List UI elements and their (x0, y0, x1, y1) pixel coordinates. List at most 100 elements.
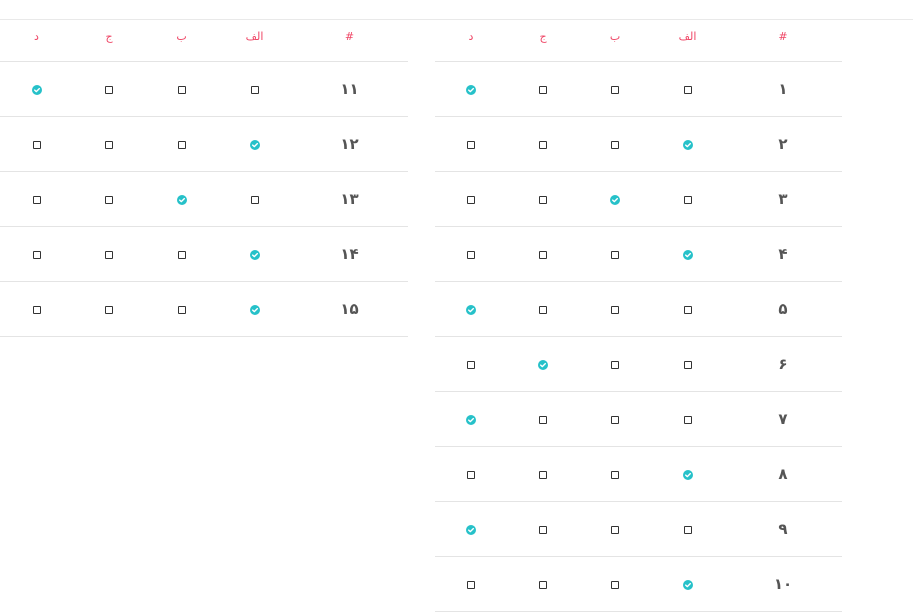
checkbox-icon[interactable] (539, 580, 547, 589)
checkbox-icon[interactable] (32, 305, 41, 314)
checkbox-icon[interactable] (467, 580, 475, 589)
option-cell-c[interactable] (73, 61, 145, 117)
checkbox-icon[interactable] (611, 415, 619, 424)
option-cell-c[interactable] (507, 446, 579, 502)
checkbox-icon[interactable] (683, 525, 692, 534)
option-cell-c[interactable] (73, 226, 145, 282)
option-cell-a[interactable] (651, 281, 724, 337)
option-cell-d[interactable] (435, 116, 507, 172)
checkbox-icon[interactable] (467, 140, 475, 149)
option-cell-d[interactable] (435, 391, 507, 447)
checkbox-icon[interactable] (683, 415, 692, 424)
check-circle-icon[interactable] (538, 359, 548, 370)
option-cell-c[interactable] (507, 391, 579, 447)
option-cell-d[interactable] (0, 226, 73, 282)
check-circle-icon[interactable] (466, 414, 476, 425)
option-cell-d[interactable] (0, 116, 73, 172)
option-cell-b[interactable] (579, 61, 651, 117)
checkbox-icon[interactable] (32, 195, 41, 204)
option-cell-d[interactable] (435, 446, 507, 502)
option-cell-b[interactable] (145, 61, 218, 117)
check-circle-icon[interactable] (682, 469, 693, 480)
checkbox-icon[interactable] (611, 360, 619, 369)
checkbox-icon[interactable] (539, 250, 547, 259)
option-cell-c[interactable] (507, 336, 579, 392)
option-cell-d[interactable] (435, 556, 507, 612)
option-cell-a[interactable] (651, 501, 724, 557)
option-cell-a[interactable] (651, 556, 724, 612)
option-cell-d[interactable] (435, 281, 507, 337)
checkbox-icon[interactable] (467, 195, 475, 204)
checkbox-icon[interactable] (177, 140, 186, 149)
checkbox-icon[interactable] (467, 470, 475, 479)
option-cell-a[interactable] (218, 116, 291, 172)
checkbox-icon[interactable] (467, 360, 475, 369)
option-cell-a[interactable] (218, 226, 291, 282)
checkbox-icon[interactable] (683, 360, 692, 369)
check-circle-icon[interactable] (610, 194, 620, 205)
checkbox-icon[interactable] (539, 415, 547, 424)
checkbox-icon[interactable] (105, 250, 113, 259)
check-circle-icon[interactable] (682, 139, 693, 150)
option-cell-b[interactable] (579, 446, 651, 502)
option-cell-b[interactable] (579, 391, 651, 447)
option-cell-b[interactable] (579, 226, 651, 282)
option-cell-b[interactable] (579, 116, 651, 172)
check-circle-icon[interactable] (466, 304, 476, 315)
checkbox-icon[interactable] (611, 85, 619, 94)
option-cell-c[interactable] (507, 116, 579, 172)
checkbox-icon[interactable] (177, 305, 186, 314)
option-cell-c[interactable] (507, 281, 579, 337)
option-cell-b[interactable] (579, 171, 651, 227)
checkbox-icon[interactable] (177, 85, 186, 94)
check-circle-icon[interactable] (249, 139, 260, 150)
check-circle-icon[interactable] (682, 579, 693, 590)
option-cell-a[interactable] (651, 391, 724, 447)
option-cell-d[interactable] (0, 281, 73, 337)
option-cell-d[interactable] (435, 226, 507, 282)
option-cell-d[interactable] (435, 501, 507, 557)
option-cell-c[interactable] (507, 61, 579, 117)
option-cell-c[interactable] (507, 226, 579, 282)
checkbox-icon[interactable] (250, 85, 259, 94)
checkbox-icon[interactable] (250, 195, 259, 204)
option-cell-c[interactable] (507, 556, 579, 612)
checkbox-icon[interactable] (467, 250, 475, 259)
option-cell-b[interactable] (145, 226, 218, 282)
check-circle-icon[interactable] (249, 249, 260, 260)
checkbox-icon[interactable] (539, 195, 547, 204)
checkbox-icon[interactable] (611, 305, 619, 314)
option-cell-a[interactable] (651, 446, 724, 502)
check-circle-icon[interactable] (176, 194, 187, 205)
checkbox-icon[interactable] (539, 85, 547, 94)
checkbox-icon[interactable] (32, 140, 41, 149)
option-cell-c[interactable] (73, 116, 145, 172)
option-cell-a[interactable] (218, 61, 291, 117)
option-cell-c[interactable] (507, 171, 579, 227)
option-cell-a[interactable] (651, 226, 724, 282)
option-cell-b[interactable] (579, 501, 651, 557)
checkbox-icon[interactable] (611, 580, 619, 589)
check-circle-icon[interactable] (682, 249, 693, 260)
checkbox-icon[interactable] (539, 470, 547, 479)
checkbox-icon[interactable] (611, 140, 619, 149)
option-cell-c[interactable] (73, 281, 145, 337)
checkbox-icon[interactable] (539, 525, 547, 534)
checkbox-icon[interactable] (683, 195, 692, 204)
option-cell-d[interactable] (435, 171, 507, 227)
option-cell-a[interactable] (651, 116, 724, 172)
check-circle-icon[interactable] (31, 84, 42, 95)
option-cell-b[interactable] (145, 171, 218, 227)
option-cell-b[interactable] (579, 336, 651, 392)
checkbox-icon[interactable] (611, 525, 619, 534)
checkbox-icon[interactable] (683, 85, 692, 94)
option-cell-b[interactable] (145, 281, 218, 337)
option-cell-a[interactable] (651, 61, 724, 117)
checkbox-icon[interactable] (32, 250, 41, 259)
option-cell-d[interactable] (0, 61, 73, 117)
check-circle-icon[interactable] (466, 524, 476, 535)
option-cell-a[interactable] (651, 171, 724, 227)
checkbox-icon[interactable] (539, 305, 547, 314)
option-cell-b[interactable] (145, 116, 218, 172)
checkbox-icon[interactable] (105, 85, 113, 94)
